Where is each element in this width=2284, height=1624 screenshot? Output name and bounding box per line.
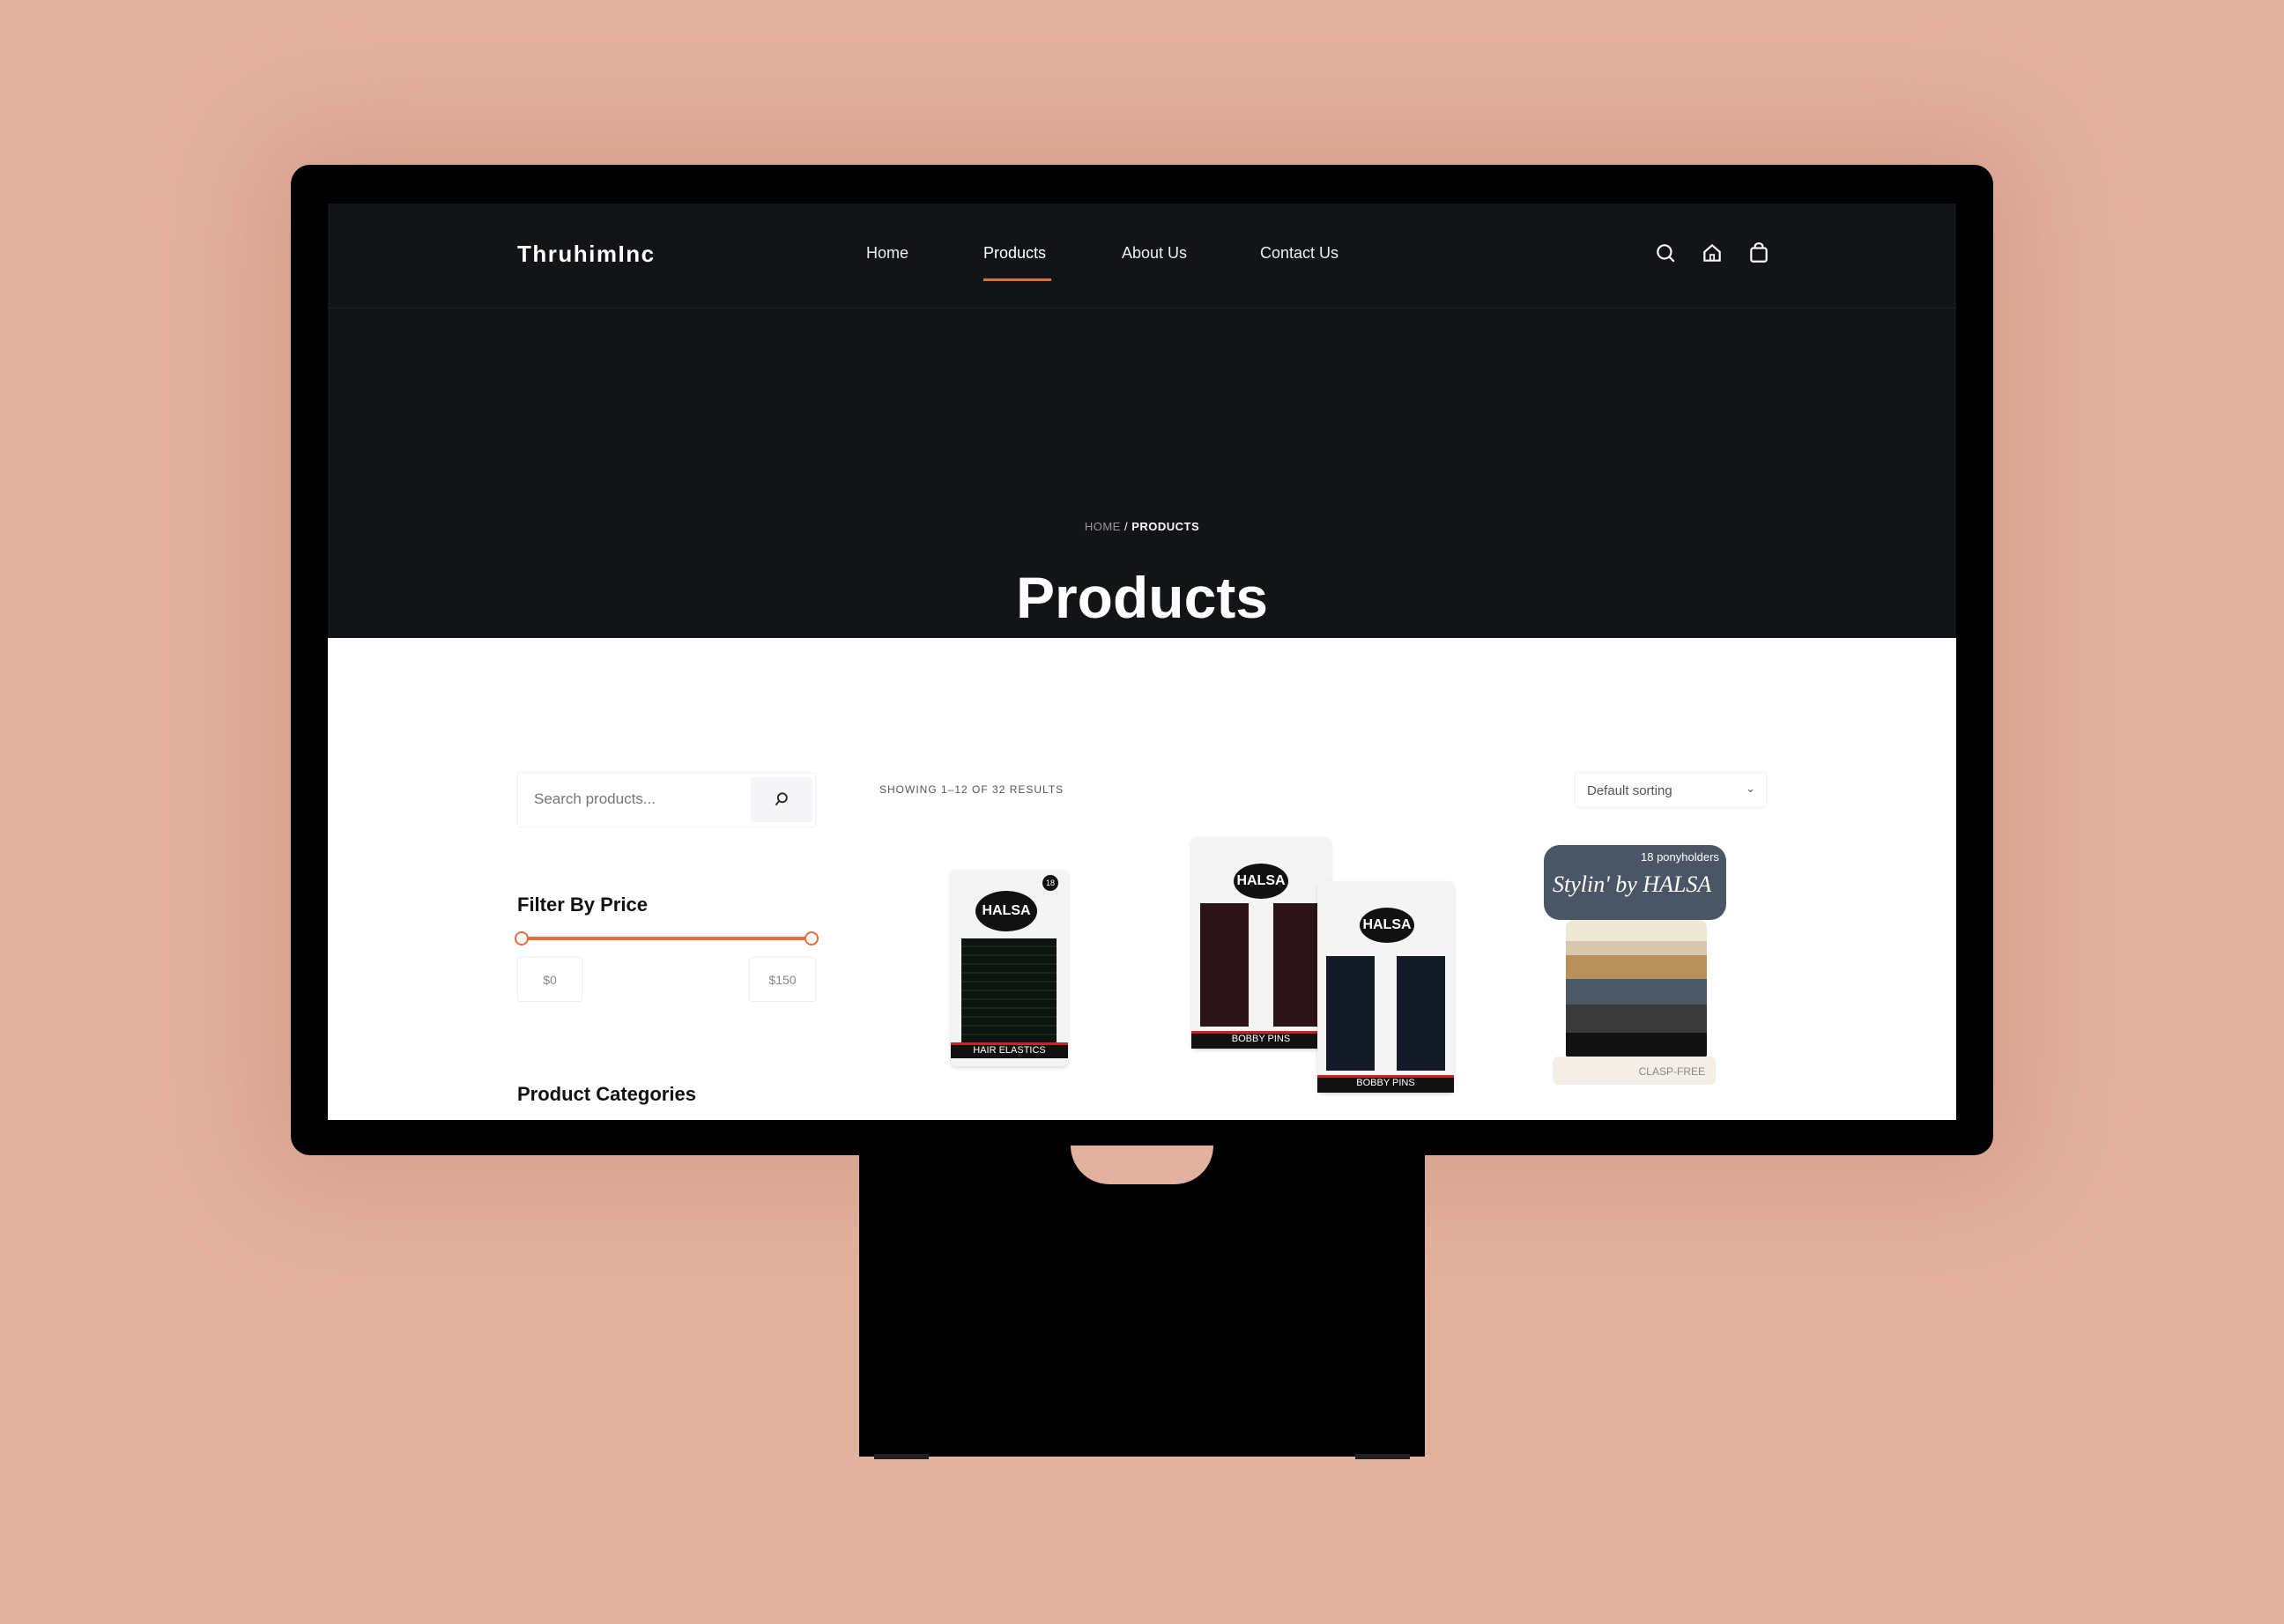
- search-icon: [775, 792, 788, 806]
- site-header: ThruhimInc Home Products About Us Contac…: [328, 204, 1956, 308]
- page-hero: HOME / PRODUCTS Products: [328, 308, 1956, 638]
- nav-about-us[interactable]: About Us: [1122, 244, 1187, 263]
- price-slider-track[interactable]: [522, 937, 812, 940]
- product-label: BOBBY PINS: [1317, 1075, 1454, 1093]
- filter-by-price-heading: Filter By Price: [517, 894, 648, 916]
- page-title: Products: [1015, 565, 1269, 630]
- product-card[interactable]: HALSA 18 HAIR ELASTICS: [951, 870, 1068, 1066]
- sort-select[interactable]: Default sorting ⌄: [1575, 772, 1767, 808]
- nav-contact-us[interactable]: Contact Us: [1260, 244, 1339, 263]
- product-label: BOBBY PINS: [1191, 1031, 1331, 1049]
- price-min-value: $0: [517, 957, 582, 1002]
- sort-selected-value: Default sorting: [1587, 783, 1672, 798]
- breadcrumb-separator: /: [1123, 520, 1129, 533]
- product-image: HALSA BOBBY PINS: [1317, 881, 1454, 1093]
- active-nav-underline: [983, 278, 1051, 281]
- search-icon[interactable]: [1654, 241, 1677, 264]
- shopping-bag-icon[interactable]: [1747, 241, 1770, 264]
- product-title: Stylin' by HALSA: [1553, 871, 1712, 897]
- product-ponyholders: [1566, 920, 1707, 1061]
- price-max-value: $150: [749, 957, 816, 1002]
- breadcrumb-home[interactable]: HOME: [1085, 520, 1121, 533]
- product-brand: HALSA: [1234, 864, 1288, 899]
- product-pins: [1326, 956, 1445, 1071]
- chevron-down-icon: ⌄: [1746, 782, 1755, 795]
- product-image: HALSA 18 HAIR ELASTICS: [951, 870, 1068, 1066]
- website-screen: ThruhimInc Home Products About Us Contac…: [328, 204, 1956, 1120]
- product-categories-heading: Product Categories: [517, 1083, 696, 1105]
- stand-foot: [874, 1454, 929, 1459]
- stand-foot: [1355, 1454, 1410, 1459]
- search-button[interactable]: [751, 777, 812, 822]
- price-slider-max-handle[interactable]: [805, 931, 819, 945]
- product-count: 18: [1042, 875, 1058, 891]
- product-brand: HALSA: [1360, 908, 1414, 943]
- product-card[interactable]: HALSA BOBBY PINS HALSA BOBBY PINS: [1191, 837, 1454, 1093]
- product-card[interactable]: Stylin' by HALSA 18 ponyholders CLASP-FR…: [1544, 845, 1726, 1085]
- nav-home[interactable]: Home: [866, 244, 908, 263]
- product-brand: HALSA: [975, 891, 1037, 931]
- nav-products[interactable]: Products: [983, 244, 1046, 263]
- product-label: CLASP-FREE: [1553, 1057, 1716, 1085]
- monitor-stand: [859, 1155, 1425, 1457]
- breadcrumb-current: PRODUCTS: [1131, 520, 1200, 533]
- product-label: HAIR ELASTICS: [951, 1042, 1068, 1058]
- stand-notch: [1071, 1146, 1213, 1184]
- product-search: [517, 772, 816, 827]
- product-pins: [1200, 903, 1322, 1027]
- search-input[interactable]: [534, 790, 745, 808]
- price-slider-min-handle[interactable]: [515, 931, 529, 945]
- product-elastics: [961, 938, 1057, 1044]
- breadcrumb: HOME / PRODUCTS: [328, 520, 1956, 533]
- product-image: HALSA BOBBY PINS: [1191, 837, 1331, 1049]
- logo[interactable]: ThruhimInc: [517, 241, 656, 268]
- home-icon[interactable]: [1701, 241, 1724, 264]
- results-count: SHOWING 1–12 OF 32 RESULTS: [879, 783, 1064, 796]
- product-count: 18 ponyholders: [1641, 850, 1719, 864]
- product-header-card: Stylin' by HALSA 18 ponyholders: [1544, 845, 1726, 920]
